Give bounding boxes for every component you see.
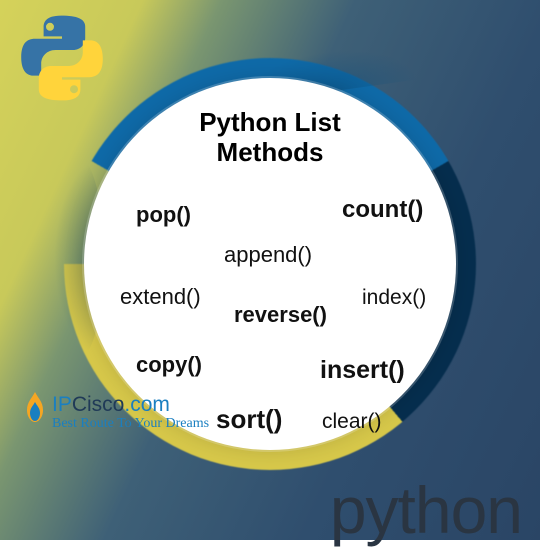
ipcisco-cisco: Cisco <box>72 393 125 416</box>
method-insert: insert() <box>320 356 405 385</box>
method-clear: clear() <box>322 410 382 434</box>
method-count: count() <box>342 196 423 224</box>
method-extend: extend() <box>120 284 201 310</box>
ipcisco-text: IPCisco.com Best Route To Your Dreams <box>52 394 209 431</box>
method-index: index() <box>362 286 426 310</box>
ipcisco-logo: IPCisco.com Best Route To Your Dreams <box>22 390 209 435</box>
ipcisco-com: .com <box>124 393 170 416</box>
method-copy: copy() <box>136 352 202 378</box>
method-reverse: reverse() <box>234 302 327 328</box>
diagram-title: Python List Methods <box>84 108 456 168</box>
ipcisco-brand: IPCisco.com <box>52 394 209 415</box>
method-sort: sort() <box>216 404 282 435</box>
method-append: append() <box>224 242 312 268</box>
flame-icon <box>22 390 48 435</box>
ipcisco-tagline: Best Route To Your Dreams <box>52 417 209 431</box>
title-line-2: Methods <box>217 137 324 167</box>
ipcisco-ip: IP <box>52 393 72 416</box>
python-wordmark: python <box>330 472 522 548</box>
method-pop: pop() <box>136 202 191 228</box>
title-line-1: Python List <box>199 107 341 137</box>
